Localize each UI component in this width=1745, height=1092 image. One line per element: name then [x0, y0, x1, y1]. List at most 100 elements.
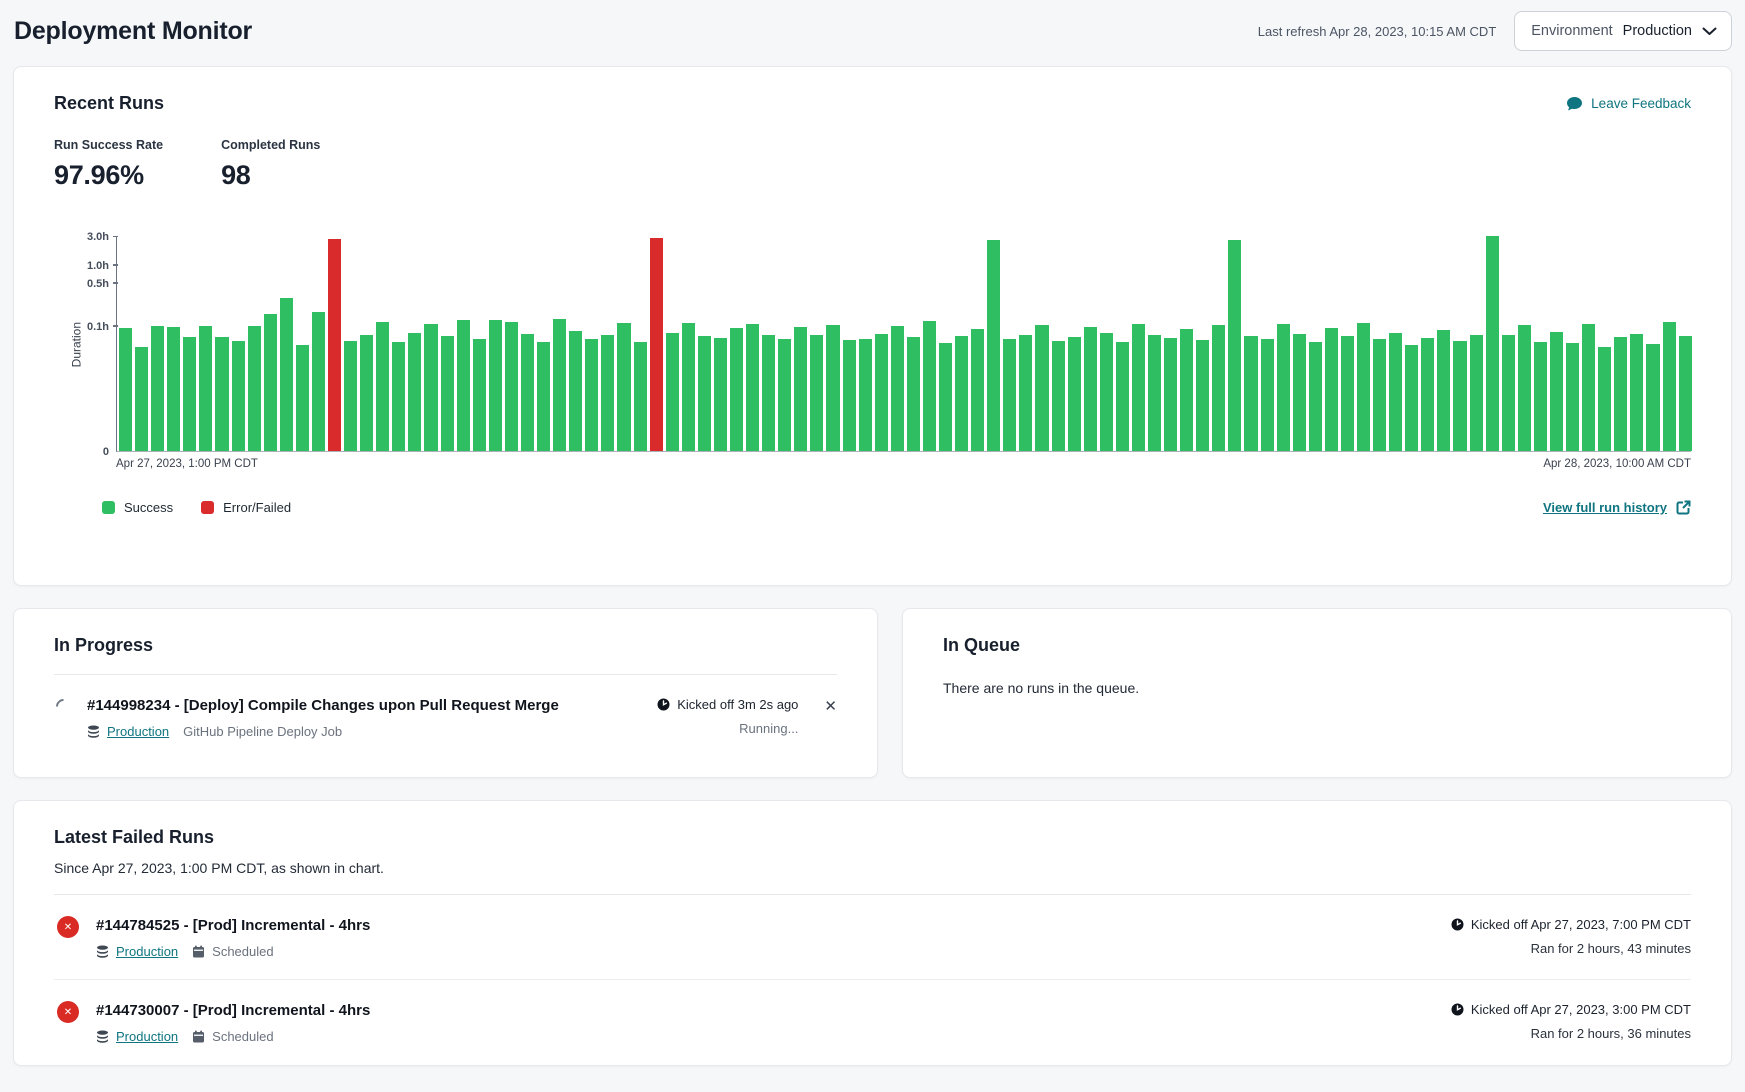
run-bar-success[interactable] — [730, 328, 743, 451]
run-bar-success[interactable] — [1421, 338, 1434, 451]
run-bar-success[interactable] — [923, 321, 936, 451]
run-bar-success[interactable] — [1566, 343, 1579, 451]
run-bar-success[interactable] — [1646, 344, 1659, 451]
run-bar-success[interactable] — [1486, 236, 1499, 451]
run-bar-success[interactable] — [698, 336, 711, 451]
run-bar-success[interactable] — [1405, 345, 1418, 451]
run-bar-success[interactable] — [794, 327, 807, 451]
run-bar-success[interactable] — [344, 341, 357, 451]
run-bar-success[interactable] — [939, 343, 952, 451]
run-bar-success[interactable] — [1614, 337, 1627, 451]
run-bar-success[interactable] — [1325, 328, 1338, 452]
run-bar-success[interactable] — [810, 335, 823, 451]
run-bar-success[interactable] — [1389, 333, 1402, 451]
run-bar-success[interactable] — [215, 337, 228, 451]
environment-tag[interactable]: Production — [96, 944, 178, 959]
run-bar-success[interactable] — [280, 298, 293, 451]
run-bar-success[interactable] — [248, 326, 261, 451]
run-bar-success[interactable] — [1357, 323, 1370, 451]
run-bar-success[interactable] — [1035, 325, 1048, 451]
run-bar-success[interactable] — [553, 319, 566, 451]
leave-feedback-link[interactable]: Leave Feedback — [1566, 96, 1691, 112]
run-bar-success[interactable] — [1132, 324, 1145, 451]
run-bar-success[interactable] — [1148, 335, 1161, 451]
run-bar-error[interactable] — [328, 239, 341, 451]
environment-link[interactable]: Production — [116, 1029, 178, 1044]
run-bar-success[interactable] — [1663, 322, 1676, 451]
run-bar-success[interactable] — [489, 320, 502, 451]
run-bar-success[interactable] — [135, 347, 148, 451]
environment-link[interactable]: Production — [116, 944, 178, 959]
run-bar-success[interactable] — [634, 342, 647, 452]
run-bar-success[interactable] — [473, 339, 486, 451]
run-bar-success[interactable] — [1261, 339, 1274, 451]
run-bar-success[interactable] — [1582, 324, 1595, 452]
run-bar-success[interactable] — [666, 333, 679, 451]
run-bar-success[interactable] — [1180, 329, 1193, 451]
run-bar-success[interactable] — [457, 320, 470, 451]
run-bar-success[interactable] — [1277, 324, 1290, 451]
run-bar-success[interactable] — [762, 335, 775, 452]
run-bar-success[interactable] — [907, 337, 920, 451]
run-bar-success[interactable] — [746, 324, 759, 451]
run-bar-success[interactable] — [1598, 347, 1611, 451]
run-bar-success[interactable] — [1116, 342, 1129, 451]
run-bar-success[interactable] — [312, 312, 325, 451]
run-bar-success[interactable] — [537, 342, 550, 451]
environment-link[interactable]: Production — [107, 724, 169, 739]
run-bar-success[interactable] — [1164, 338, 1177, 451]
run-bar-success[interactable] — [1212, 325, 1225, 451]
run-bar-success[interactable] — [1518, 325, 1531, 451]
run-bar-success[interactable] — [1084, 327, 1097, 451]
run-bar-success[interactable] — [360, 335, 373, 451]
run-bar-success[interactable] — [151, 326, 164, 451]
run-bar-success[interactable] — [1244, 336, 1257, 451]
run-bar-success[interactable] — [1534, 342, 1547, 452]
run-bar-success[interactable] — [682, 323, 695, 451]
run-bar-success[interactable] — [199, 326, 212, 451]
run-bar-success[interactable] — [1196, 340, 1209, 451]
run-bar-success[interactable] — [376, 322, 389, 451]
run-bar-success[interactable] — [408, 333, 421, 451]
environment-tag[interactable]: Production — [87, 724, 169, 739]
run-bar-success[interactable] — [296, 345, 309, 451]
run-bar-success[interactable] — [1470, 335, 1483, 451]
run-bar-success[interactable] — [1502, 335, 1515, 452]
run-bar-success[interactable] — [891, 326, 904, 451]
run-bar-success[interactable] — [1100, 333, 1113, 451]
run-bar-success[interactable] — [1453, 341, 1466, 451]
run-bar-success[interactable] — [119, 328, 132, 451]
run-bar-success[interactable] — [714, 338, 727, 451]
run-bar-success[interactable] — [569, 331, 582, 452]
run-bar-success[interactable] — [617, 323, 630, 451]
environment-tag[interactable]: Production — [96, 1029, 178, 1044]
run-bar-success[interactable] — [1052, 341, 1065, 451]
run-bar-success[interactable] — [521, 334, 534, 451]
run-bar-success[interactable] — [167, 327, 180, 451]
run-bar-success[interactable] — [1437, 330, 1450, 451]
run-bar-success[interactable] — [441, 336, 454, 451]
run-bar-success[interactable] — [843, 340, 856, 451]
close-icon[interactable]: ✕ — [824, 697, 837, 717]
run-bar-success[interactable] — [1373, 339, 1386, 452]
run-bar-success[interactable] — [264, 314, 277, 452]
run-bar-success[interactable] — [585, 339, 598, 451]
run-bar-success[interactable] — [183, 337, 196, 451]
run-bar-success[interactable] — [1228, 240, 1241, 451]
run-bar-success[interactable] — [826, 325, 839, 451]
run-bar-success[interactable] — [1550, 332, 1563, 451]
run-bar-success[interactable] — [1309, 342, 1322, 452]
run-bar-success[interactable] — [601, 335, 614, 452]
run-bar-success[interactable] — [1019, 335, 1032, 452]
run-bar-success[interactable] — [1068, 337, 1081, 451]
run-bar-success[interactable] — [1003, 339, 1016, 451]
run-bar-error[interactable] — [650, 238, 663, 451]
run-bar-success[interactable] — [955, 336, 968, 451]
run-bar-success[interactable] — [505, 322, 518, 451]
run-bar-success[interactable] — [392, 342, 405, 452]
run-bar-success[interactable] — [1293, 334, 1306, 451]
run-bar-success[interactable] — [859, 339, 872, 452]
view-full-run-history-link[interactable]: View full run history — [1543, 500, 1691, 515]
run-bar-success[interactable] — [1630, 334, 1643, 451]
run-bar-success[interactable] — [1341, 336, 1354, 451]
